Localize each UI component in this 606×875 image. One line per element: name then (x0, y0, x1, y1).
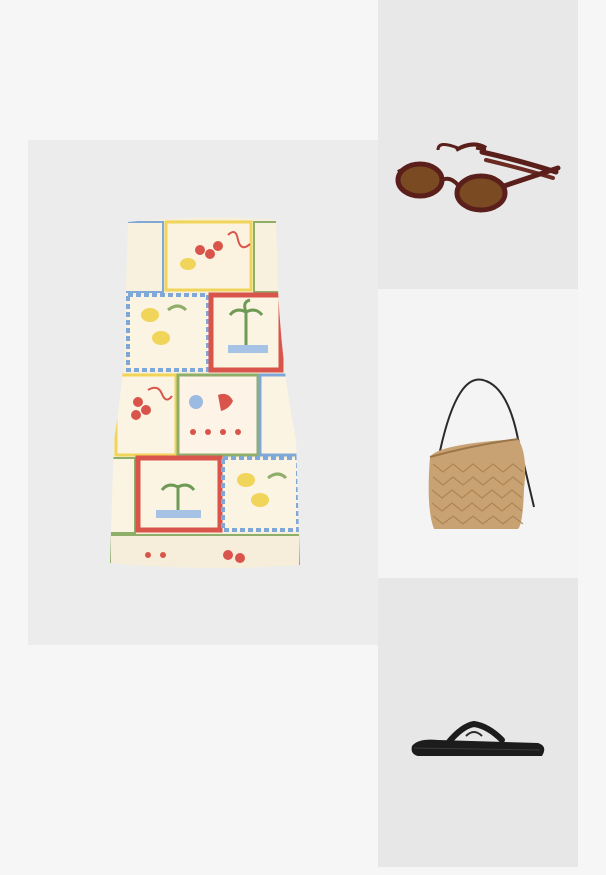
dress-image (110, 217, 300, 569)
sandal-image (411, 720, 545, 756)
sunglasses-image (395, 142, 561, 213)
bag-image (428, 378, 535, 529)
sunglasses-product-tile[interactable] (378, 0, 578, 289)
sandal-product-tile[interactable] (378, 578, 578, 867)
dress-product-tile[interactable] (28, 140, 378, 645)
bag-product-tile[interactable] (378, 289, 578, 578)
